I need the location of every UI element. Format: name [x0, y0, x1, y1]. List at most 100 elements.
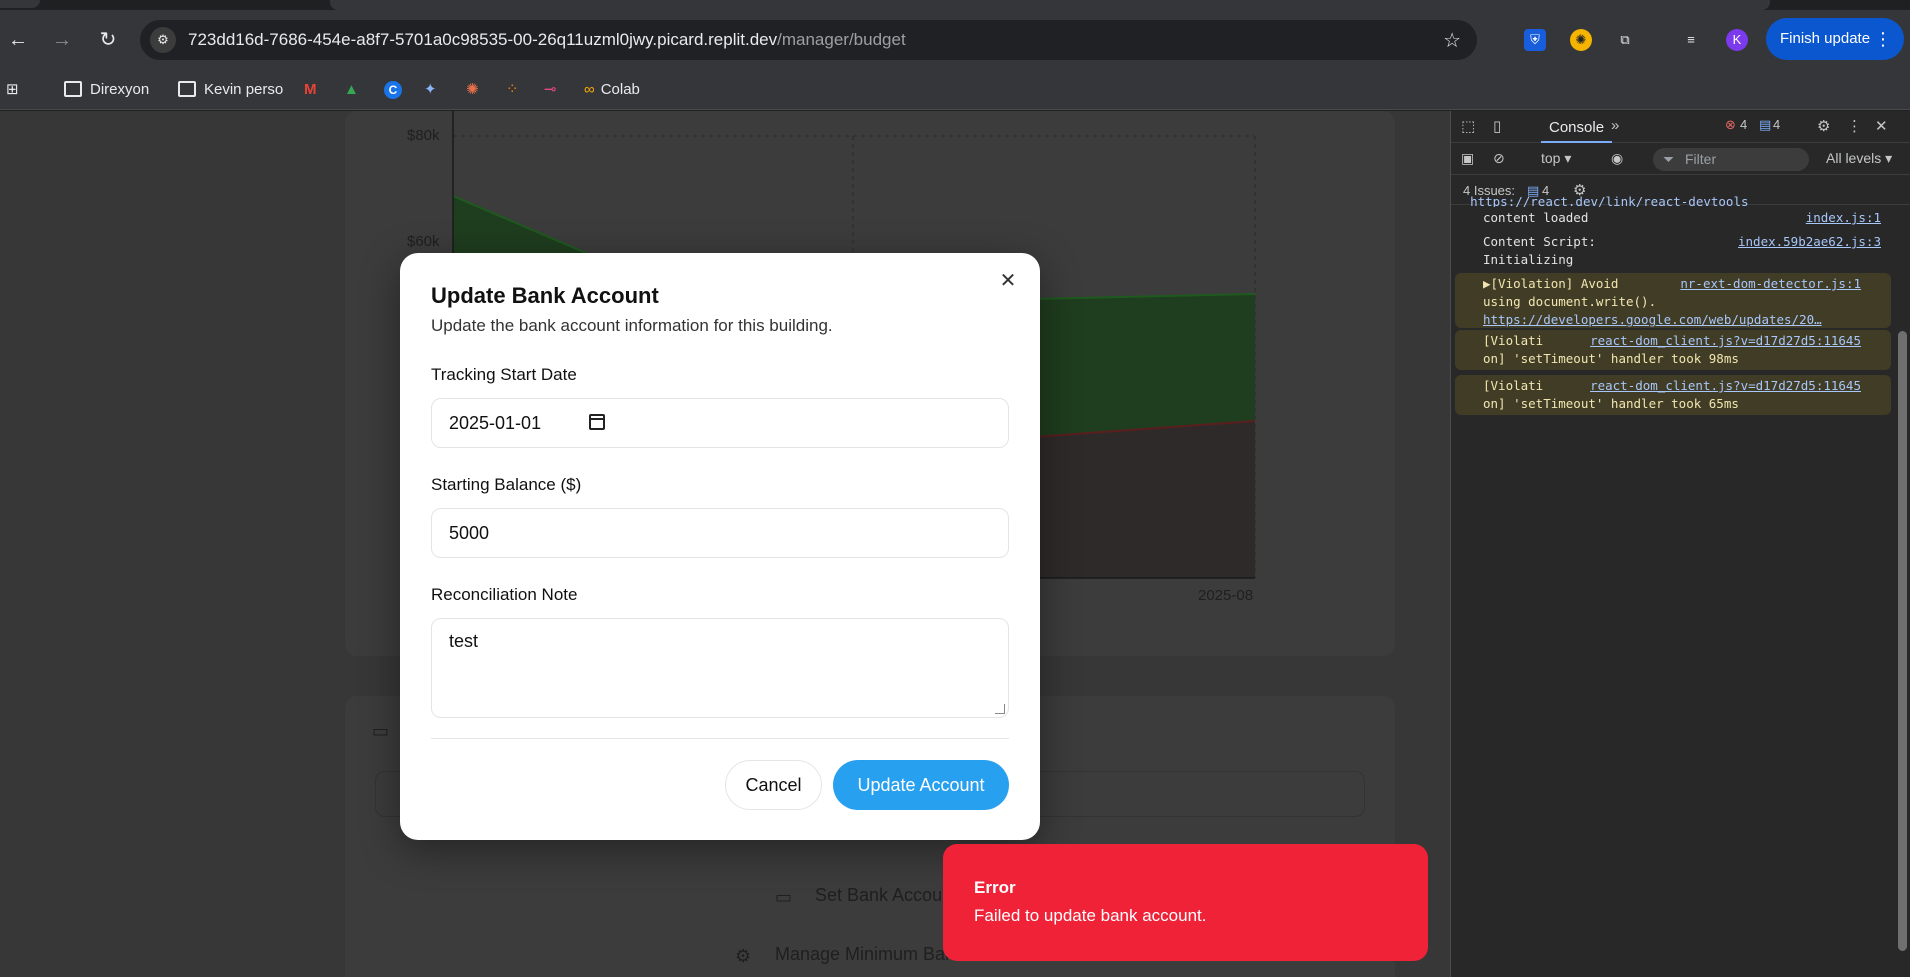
finish-update-label: Finish update	[1780, 30, 1871, 47]
google-drive-icon[interactable]: ▲	[344, 70, 359, 110]
toast-message: Failed to update bank account.	[974, 906, 1207, 925]
error-count: 4	[1740, 117, 1748, 132]
console-filter-input[interactable]: ⏷ Filter	[1653, 148, 1809, 171]
bookmark-kevin-perso[interactable]: Kevin perso	[178, 70, 283, 110]
more-vert-icon: ⋮	[1874, 29, 1892, 49]
devtools-tabbar: ⬚ ▯ Console » ⊗ 4 ▤ 4 ⚙ ⋮ ✕	[1451, 111, 1910, 143]
update-bank-account-dialog: ✕ Update Bank Account Update the bank ac…	[400, 253, 1040, 840]
more-vert-icon[interactable]: ⋮	[1847, 117, 1862, 135]
browser-toolbar: ← → ↻ ⚙ 723dd16d-7686-454e-a8f7-5701a0c9…	[0, 10, 1910, 70]
starting-balance-label: Starting Balance ($)	[431, 475, 582, 494]
set-bank-account-button[interactable]: Set Bank Accou	[815, 885, 942, 906]
bookmark-label: Direxyon	[90, 81, 150, 98]
bank-icon: ▭	[372, 721, 390, 741]
bookmark-colab[interactable]: ∞ Colab	[584, 70, 640, 110]
resize-handle-icon[interactable]	[995, 704, 1005, 714]
folder-icon	[178, 81, 196, 97]
bookmark-star-icon[interactable]: ☆	[1443, 28, 1461, 53]
close-devtools-icon[interactable]: ✕	[1875, 117, 1888, 135]
error-count-icon[interactable]: ⊗	[1725, 117, 1736, 133]
bitwarden-extension-icon[interactable]: ⛨	[1524, 29, 1546, 51]
update-account-button[interactable]: Update Account	[833, 760, 1009, 810]
x-tick-label: 2025-08	[1198, 587, 1254, 604]
log-source-link[interactable]: react-dom_client.js?v=d17d27d5:11645	[1590, 332, 1861, 350]
log-levels-dropdown[interactable]: All levels ▾	[1826, 150, 1892, 167]
back-icon[interactable]: ←	[6, 28, 30, 52]
devtools-panel: ⬚ ▯ Console » ⊗ 4 ▤ 4 ⚙ ⋮ ✕ ▣ ⊘ top ▾ ◉ …	[1450, 111, 1910, 977]
error-toast[interactable]: Error Failed to update bank account.	[943, 844, 1428, 961]
bookmark-direxyon[interactable]: Direxyon	[64, 70, 149, 110]
log-row-warning: [Violati on] 'setTimeout' handler took 9…	[1455, 330, 1891, 370]
url-host: 723dd16d-7686-454e-a8f7-5701a0c98535-00-…	[188, 30, 778, 49]
reload-icon[interactable]: ↻	[96, 28, 120, 52]
extensions-puzzle-icon[interactable]: ⧉	[1614, 29, 1636, 51]
reconciliation-note-label: Reconciliation Note	[431, 585, 578, 604]
console-log: https://react.dev/link/react-devtools co…	[1451, 194, 1896, 977]
start-date-value: 2025-01-01	[449, 413, 542, 433]
log-row: Content Script: Initializing index.59b2ae…	[1455, 231, 1891, 271]
context-value: top	[1541, 150, 1561, 166]
starting-balance-input[interactable]: 5000	[431, 508, 1009, 558]
bookmarks-bar: ⊞ Direxyon Kevin perso M ▲ C ✦ ✺ ⁘ ⊸ ∞ Co…	[0, 70, 1910, 110]
forward-icon[interactable]: →	[50, 28, 74, 52]
log-source-link[interactable]: nr-ext-dom-detector.js:1	[1680, 275, 1861, 293]
scrollbar-thumb[interactable]	[1898, 331, 1907, 951]
gemini-icon[interactable]: ✦	[424, 70, 437, 110]
tab-console[interactable]: Console	[1541, 111, 1613, 143]
dialog-description: Update the bank account information for …	[431, 316, 833, 335]
context-selector[interactable]: top ▾	[1541, 150, 1571, 167]
clear-console-icon[interactable]: ⊘	[1493, 150, 1505, 167]
bookmark-label: Kevin perso	[204, 81, 284, 98]
reconciliation-note-textarea[interactable]: test	[431, 618, 1009, 718]
log-source-link[interactable]: index.59b2ae62.js:3	[1738, 233, 1881, 251]
dialog-divider	[431, 738, 1009, 739]
reconciliation-note-value: test	[449, 631, 479, 651]
close-icon[interactable]: ✕	[996, 269, 1020, 293]
bookmark-c-icon[interactable]: C	[384, 70, 402, 110]
cancel-button[interactable]: Cancel	[725, 760, 822, 810]
log-text: content loaded	[1483, 210, 1589, 225]
log-text: ▶[Violation] Avoid using document.write(…	[1483, 276, 1657, 309]
log-source-link[interactable]: index.js:1	[1806, 209, 1881, 227]
apps-grid-icon[interactable]: ⊞	[6, 70, 19, 110]
y-tick-label: $60k	[407, 233, 440, 250]
log-url-link[interactable]: https://developers.google.com/web/update…	[1483, 311, 1822, 329]
log-source-link[interactable]: react-dom_client.js?v=d17d27d5:11645	[1590, 377, 1861, 395]
address-bar[interactable]: ⚙ 723dd16d-7686-454e-a8f7-5701a0c98535-0…	[140, 20, 1477, 60]
calendar-icon[interactable]	[589, 414, 605, 430]
inspect-element-icon[interactable]: ⬚	[1461, 117, 1475, 135]
gmail-icon[interactable]: M	[304, 70, 317, 110]
dialog-title: Update Bank Account	[431, 283, 659, 308]
filter-icon: ⏷	[1663, 151, 1675, 167]
url-text[interactable]: 723dd16d-7686-454e-a8f7-5701a0c98535-00-…	[188, 30, 906, 50]
device-toolbar-icon[interactable]: ▯	[1493, 117, 1501, 135]
extension-icon[interactable]: ✺	[1570, 29, 1592, 51]
more-tabs-icon[interactable]: »	[1611, 117, 1619, 134]
colab-icon: ∞	[584, 81, 595, 98]
claude-icon[interactable]: ✺	[466, 70, 479, 110]
starting-balance-value: 5000	[449, 523, 490, 543]
log-row-warning: [Violati on] 'setTimeout' handler took 6…	[1455, 375, 1891, 415]
y-tick-label: $80k	[407, 127, 440, 144]
gear-icon: ⚙	[735, 946, 752, 966]
sidebar-toggle-icon[interactable]: ▣	[1461, 150, 1474, 167]
console-scrollbar[interactable]	[1897, 215, 1908, 977]
bookmark-flow-icon[interactable]: ⊸	[544, 70, 557, 110]
message-count-icon[interactable]: ▤	[1759, 117, 1771, 133]
toast-title: Error	[974, 878, 1016, 897]
log-row: content loaded index.js:1	[1455, 207, 1891, 229]
media-controls-icon[interactable]: ≡	[1680, 29, 1702, 51]
browser-tab-left[interactable]	[0, 0, 40, 8]
profile-avatar[interactable]: K	[1726, 29, 1748, 51]
browser-tab-active[interactable]	[330, 0, 1770, 10]
start-date-input[interactable]: 2025-01-01	[431, 398, 1009, 448]
bookmark-figma-icon[interactable]: ⁘	[506, 70, 519, 110]
finish-update-button[interactable]: Finish update ⋮	[1766, 18, 1904, 60]
log-row: https://react.dev/link/react-devtools	[1470, 194, 1749, 207]
settings-gear-icon[interactable]: ⚙	[1817, 117, 1830, 135]
bank-card-icon: ▭	[775, 887, 793, 907]
filter-placeholder: Filter	[1685, 151, 1717, 167]
site-info-icon[interactable]: ⚙	[150, 27, 176, 53]
start-date-label: Tracking Start Date	[431, 365, 577, 384]
live-expression-eye-icon[interactable]: ◉	[1611, 150, 1623, 167]
